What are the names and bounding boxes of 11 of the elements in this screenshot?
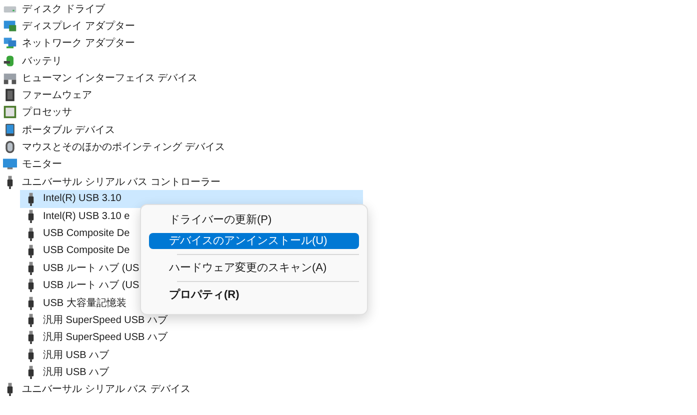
tree-item: Intel(R) USB 3.10 [43,193,122,204]
tree-item: 汎用 USB ハブ [43,366,110,379]
tree-item: USB Composite De [43,245,130,256]
tree-item: USB 大容量記憶装 [43,296,126,310]
tree-item: USB ルート ハブ (US [43,262,140,276]
tree-item: USB Composite De [43,228,130,239]
tree-item: 汎用 USB ハブ [43,348,110,362]
tree-item: Intel(R) USB 3.10 e [43,210,130,222]
tree-item: 汎用 SuperSpeed USB ハブ [43,330,168,344]
tree-item: USB ルート ハブ (US [43,278,140,292]
tree-item: 汎用 SuperSpeed USB ハブ [43,314,168,327]
